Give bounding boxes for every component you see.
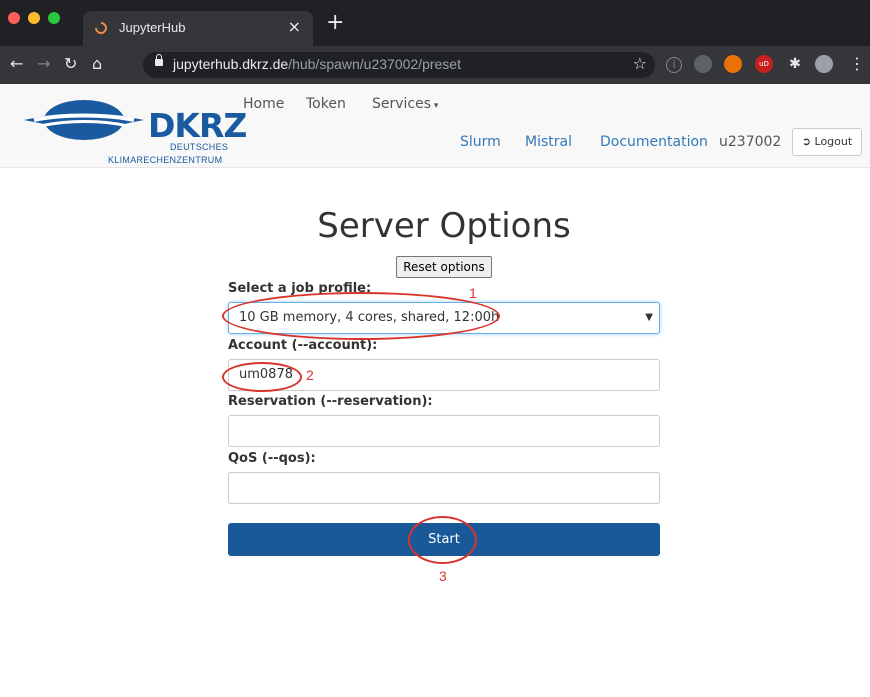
ublock-extension-icon[interactable]: uD [755,55,773,73]
qos-input[interactable] [228,472,660,504]
nav-services[interactable]: Services ▾ [372,96,438,112]
user-name: u237002 [719,134,782,150]
window-close-control[interactable] [8,12,20,24]
menu-icon[interactable]: ⋮ [848,55,866,73]
puzzle-extension-icon[interactable]: ✱ [786,55,804,73]
window-zoom-control[interactable] [48,12,60,24]
nav-token[interactable]: Token [306,96,346,112]
new-tab-icon[interactable]: + [326,12,344,34]
nav-slurm[interactable]: Slurm [460,134,501,150]
dkrz-logo-icon[interactable] [22,96,147,144]
address-bar[interactable]: jupyterhub.dkrz.de/hub/spawn/u237002/pre… [143,52,655,78]
reservation-label: Reservation (--reservation): [228,394,433,409]
nav-documentation[interactable]: Documentation [600,134,708,150]
info-extension-icon[interactable]: i [666,57,682,73]
lock-icon [155,54,163,66]
logout-button[interactable]: ➲ Logout [792,128,862,156]
annotation-circle-2 [222,362,302,392]
loading-spinner-icon [92,19,110,37]
profile-avatar-icon[interactable] [815,55,833,73]
annotation-number-3: 3 [439,568,447,584]
qos-label: QoS (--qos): [228,451,316,466]
logo-subtitle-2: KLIMARECHENZENTRUM [108,155,223,165]
tab-close-icon[interactable]: × [288,17,301,36]
signout-icon: ➲ [801,135,815,148]
page-title: Server Options [317,206,571,246]
tab-title: JupyterHub [119,20,186,35]
logo-text: DKRZ [148,106,247,145]
reload-icon[interactable]: ↻ [64,55,77,73]
reset-options-button[interactable]: Reset options [396,256,492,278]
annotation-number-1: 1 [469,285,477,301]
chevron-down-icon: ▼ [645,312,653,323]
eyes-extension-icon[interactable] [724,55,742,73]
account-label: Account (--account): [228,338,378,353]
back-arrow-icon[interactable]: ← [10,55,23,73]
annotation-circle-3 [408,516,477,564]
nav-mistral[interactable]: Mistral [525,134,572,150]
window-minimize-control[interactable] [28,12,40,24]
bookmark-star-icon[interactable]: ☆ [633,54,647,73]
annotation-number-2: 2 [306,367,314,383]
logo-subtitle-1: DEUTSCHES [170,142,229,152]
reservation-input[interactable] [228,415,660,447]
caret-down-icon: ▾ [431,101,439,111]
nav-home[interactable]: Home [243,96,284,112]
browser-tab[interactable]: JupyterHub × [83,11,313,46]
forward-arrow-icon[interactable]: → [37,55,50,73]
extension-icon[interactable] [694,55,712,73]
url-text: jupyterhub.dkrz.de/hub/spawn/u237002/pre… [173,56,461,72]
annotation-circle-1 [222,292,500,340]
home-icon[interactable]: ⌂ [92,55,102,73]
